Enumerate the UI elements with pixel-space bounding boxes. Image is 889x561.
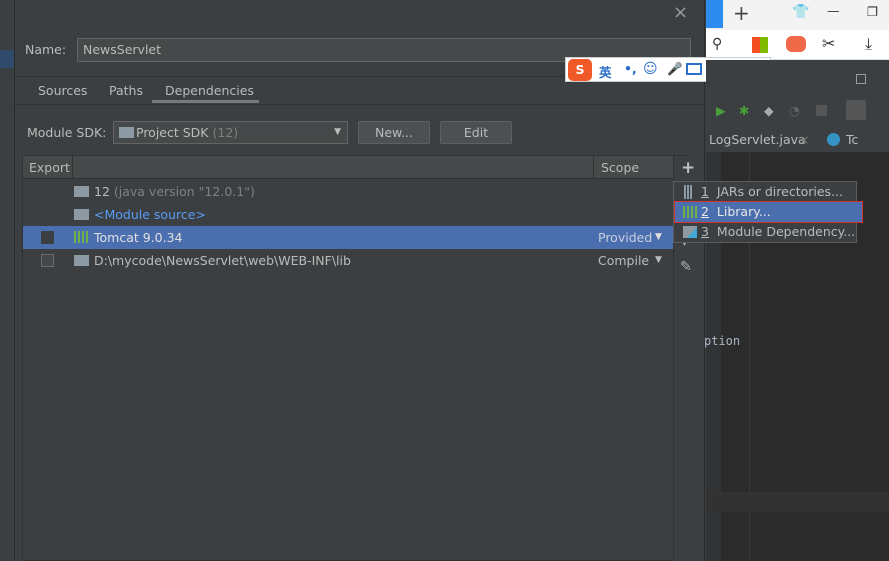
ide-header: ▶ ✱ ◆ ◔ LogServlet.java × Tc: [706, 60, 889, 152]
export-checkbox[interactable]: [41, 231, 54, 244]
background-window-strip: [0, 0, 15, 561]
coverage-icon[interactable]: ◆: [764, 103, 774, 118]
export-checkbox[interactable]: [41, 254, 54, 267]
table-row-selected[interactable]: Tomcat 9.0.34 Provided ▼: [23, 226, 673, 249]
current-line: [706, 492, 889, 512]
editor-tab-2[interactable]: Tc: [846, 132, 858, 147]
project-structure-dialog: × Name: NewsServlet Sources Paths Depend…: [15, 0, 705, 561]
keyboard-icon[interactable]: [686, 63, 702, 75]
microphone-icon[interactable]: 🎤: [667, 61, 683, 77]
folder-icon: [74, 255, 89, 266]
close-tab-icon[interactable]: ×: [799, 132, 809, 147]
library-icon: [683, 206, 697, 218]
menu-item-module-dependency[interactable]: 3 Module Dependency...: [675, 222, 857, 242]
class-icon: [827, 133, 840, 146]
scope-select[interactable]: Compile: [598, 249, 649, 272]
table-header: Export Scope: [23, 156, 673, 179]
stop-icon[interactable]: [816, 105, 827, 116]
sdk-folder-icon: [119, 127, 134, 138]
module-source-icon: [74, 209, 89, 220]
project-structure-icon[interactable]: [846, 100, 866, 120]
background-selection: [0, 50, 14, 68]
run-icon[interactable]: ▶: [716, 103, 726, 118]
add-icon[interactable]: +: [681, 158, 695, 178]
name-label: Name:: [25, 42, 67, 57]
active-tab-underline: [152, 100, 259, 103]
header-scope[interactable]: Scope: [601, 160, 639, 175]
scissors-icon[interactable]: ✂: [822, 34, 835, 53]
search-icon[interactable]: ⚲: [712, 36, 722, 52]
sdk-value: Project SDK: [136, 125, 209, 140]
table-row[interactable]: <Module source>: [22, 203, 673, 226]
chevron-down-icon[interactable]: ▼: [655, 249, 662, 272]
row-name: Tomcat 9.0.34: [94, 230, 183, 245]
row-name: 12: [94, 184, 110, 199]
jdk-folder-icon: [74, 186, 89, 197]
edit-icon[interactable]: ✎: [680, 259, 692, 275]
emoji-icon[interactable]: ☺: [643, 61, 658, 77]
module-icon: [683, 226, 697, 238]
apps-icon[interactable]: [752, 37, 768, 53]
game-icon[interactable]: [786, 36, 806, 52]
edit-sdk-button[interactable]: Edit: [440, 121, 512, 144]
new-sdk-button[interactable]: New...: [358, 121, 430, 144]
module-sdk-label: Module SDK:: [27, 125, 107, 140]
editor-tab-logservlet[interactable]: LogServlet.java: [709, 132, 806, 147]
menu-item-jars[interactable]: 1 JARs or directories...: [675, 182, 857, 202]
row-name: <Module source>: [94, 207, 206, 222]
browser-tabbar: + 👕 — ❐: [706, 0, 889, 30]
ime-punct-toggle[interactable]: •,: [624, 61, 637, 76]
browser-tab[interactable]: [706, 0, 723, 28]
table-row[interactable]: 12 (java version "12.0.1"): [22, 180, 673, 203]
header-export[interactable]: Export: [29, 160, 70, 175]
profile-icon[interactable]: ◔: [789, 103, 800, 118]
scope-select[interactable]: Provided: [598, 226, 652, 249]
browser-toolbar: ⚲ ✂ ⤓: [706, 30, 889, 60]
row-detail: (java version "12.0.1"): [113, 184, 255, 199]
tab-paths[interactable]: Paths: [109, 83, 143, 98]
ime-language-toggle[interactable]: 英: [599, 62, 612, 81]
restore-icon[interactable]: ❐: [867, 4, 878, 19]
row-name: D:\mycode\NewsServlet\web\WEB-INF\lib: [94, 253, 351, 268]
download-icon[interactable]: ⤓: [865, 34, 872, 54]
table-row[interactable]: D:\mycode\NewsServlet\web\WEB-INF\lib Co…: [22, 249, 673, 272]
sdk-version: (12): [212, 125, 239, 140]
jar-icon: [684, 185, 693, 199]
minimize-icon[interactable]: —: [827, 3, 840, 18]
code-text: ption: [704, 334, 741, 348]
tab-dependencies[interactable]: Dependencies: [165, 83, 254, 98]
chevron-down-icon: ▼: [334, 127, 341, 137]
menu-item-library[interactable]: 2 Library...: [674, 201, 863, 223]
sogou-logo-icon[interactable]: S: [568, 59, 592, 81]
add-dependency-menu: 1 JARs or directories... 2 Library... 3 …: [673, 181, 863, 243]
debug-icon[interactable]: ✱: [739, 103, 749, 118]
close-icon[interactable]: ×: [673, 2, 688, 23]
chevron-down-icon[interactable]: ▼: [655, 226, 662, 249]
new-tab-icon[interactable]: +: [733, 1, 750, 25]
tab-sources[interactable]: Sources: [38, 83, 87, 98]
module-sdk-select[interactable]: Project SDK (12) ▼: [113, 121, 348, 144]
skin-icon[interactable]: 👕: [792, 4, 809, 20]
library-icon: [74, 231, 88, 243]
maximize-icon[interactable]: [856, 74, 866, 84]
